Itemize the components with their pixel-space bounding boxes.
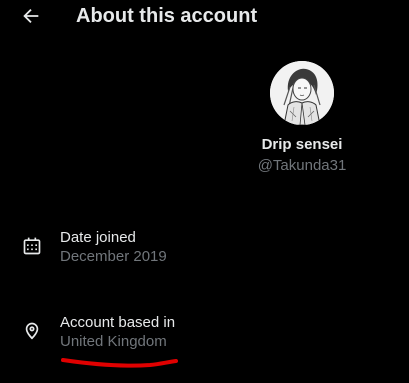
location-pin-icon [22, 321, 42, 341]
calendar-icon [22, 236, 42, 256]
page-title: About this account [76, 5, 258, 27]
date-joined-label: Date joined [60, 229, 136, 246]
avatar-illustration [270, 61, 334, 125]
account-based-in-value: United Kingdom [60, 333, 167, 350]
arrow-left-icon [23, 8, 39, 24]
date-joined-value: December 2019 [60, 248, 167, 265]
back-button[interactable] [20, 5, 42, 27]
account-based-in-label: Account based in [60, 314, 176, 331]
display-name: Drip sensei [261, 136, 343, 153]
handle[interactable]: @Takunda31 [234, 156, 370, 176]
avatar[interactable] [270, 61, 334, 125]
header: About this account [0, 0, 409, 34]
